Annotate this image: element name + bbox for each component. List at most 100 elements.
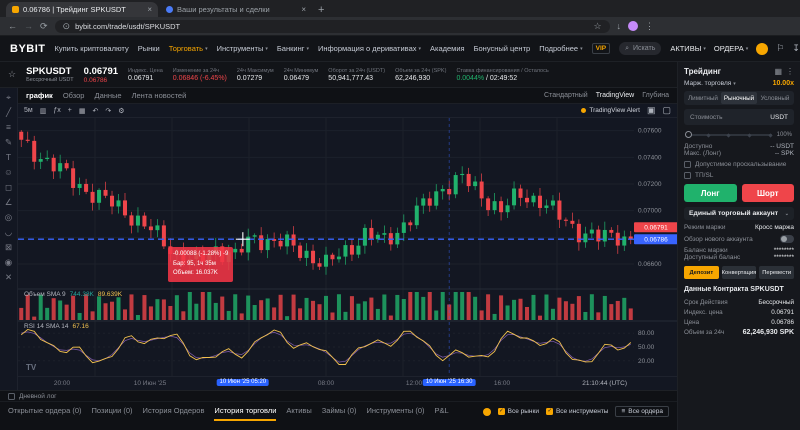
cursor-tool-icon[interactable]: ⌖ [6, 93, 11, 102]
long-button[interactable]: Лонг [684, 184, 737, 202]
orders-tab[interactable]: Инструменты (0) [366, 402, 424, 421]
emoji-tool-icon[interactable]: ☺ [4, 168, 13, 177]
text-tool-icon[interactable]: T [6, 153, 11, 162]
chart-tab[interactable]: Лента новостей [132, 91, 187, 100]
panel-layout-icon[interactable]: ▦ [774, 67, 782, 76]
compare-icon[interactable]: + [68, 107, 72, 114]
downloads-icon[interactable]: ↓ [617, 21, 622, 31]
zoom-tool-icon[interactable]: ◎ [5, 213, 12, 222]
price-chart[interactable]: 0.076000.074000.072000.070000.068000.066… [18, 118, 677, 376]
bookmark-star-icon[interactable]: ☆ [593, 21, 601, 32]
chart-area[interactable]: 0.076000.074000.072000.070000.068000.066… [18, 118, 677, 376]
fib-tool-icon[interactable]: ≡ [6, 123, 11, 132]
chart-view-option[interactable]: Стандартный [544, 92, 588, 99]
interval-select[interactable]: 5м [24, 107, 33, 114]
orders-tab[interactable]: P&L [434, 402, 448, 421]
vip-badge[interactable]: VIP [591, 43, 611, 54]
orders-tab[interactable]: История Ордеров [143, 402, 205, 421]
shape-tool-icon[interactable]: ◻ [5, 183, 12, 192]
slippage-checkbox[interactable] [684, 161, 691, 168]
overview-toggle[interactable] [780, 235, 794, 243]
symbol-name[interactable]: SPKUSDT [26, 66, 74, 77]
all-orders-button[interactable]: ≡ Все ордера [615, 406, 669, 417]
bybit-logo[interactable]: BYBIT [10, 43, 46, 55]
nav-item-подробнее[interactable]: Подробнее ▾ [539, 44, 582, 53]
tab-close-icon[interactable]: × [301, 5, 306, 14]
nav-item-бонусный-центр[interactable]: Бонусный центр [474, 44, 531, 53]
orders-tab[interactable]: Активы [286, 402, 311, 421]
user-avatar[interactable] [756, 42, 769, 55]
chart-tab[interactable]: график [26, 91, 53, 100]
filter-checkbox[interactable] [497, 408, 505, 415]
expand-icon[interactable]: ▢ [662, 105, 671, 116]
browser-tab[interactable]: 0.06786 | Трейдинг SPKUSDT × [6, 2, 158, 17]
eye-tool-icon[interactable]: ◉ [5, 258, 12, 267]
orders-tab[interactable]: Позиции (0) [92, 402, 133, 421]
assets-menu[interactable]: АКТИВЫ ▾ [670, 44, 706, 53]
депозит-button[interactable]: Депозит [684, 266, 719, 279]
nav-item-инструменты[interactable]: Инструменты ▾ [217, 44, 268, 53]
url-bar[interactable]: ⊙ bybit.com/trade/usdt/SPKUSDT ☆ [54, 19, 610, 33]
перевести-button[interactable]: Перевести [759, 266, 795, 279]
lock-tool-icon[interactable]: ⊠ [5, 243, 12, 252]
filter-checkbox-row[interactable]: Все рынки [497, 408, 539, 415]
leverage-value[interactable]: 10.00x [773, 80, 794, 87]
grid-layout-icon[interactable]: ▦ [79, 107, 86, 115]
daily-log-checkbox[interactable] [8, 392, 15, 400]
new-tab-button[interactable]: + [318, 4, 324, 16]
reload-icon[interactable]: ⟳ [40, 21, 48, 32]
trendline-tool-icon[interactable]: ╱ [6, 108, 11, 117]
chart-view-option[interactable]: Глубина [642, 92, 669, 99]
browser-profile-avatar[interactable] [628, 21, 639, 31]
trash-tool-icon[interactable]: ✕ [5, 273, 12, 282]
account-section-header[interactable]: Единый торговый аккаунт ⌄ [684, 207, 794, 220]
slider-thumb[interactable] [685, 131, 692, 138]
filter-checkbox[interactable] [545, 408, 553, 415]
nav-item-информация-о-деривативах[interactable]: Информация о деривативах ▾ [318, 44, 421, 53]
cost-field[interactable]: Стоимость USDT [684, 109, 794, 125]
back-icon[interactable]: ← [8, 21, 17, 31]
tradingview-alert-button[interactable]: TradingView Alert [581, 107, 640, 114]
measure-tool-icon[interactable]: ∠ [5, 198, 13, 207]
order-type-tab[interactable]: Лимитный [685, 92, 721, 104]
candle-style-icon[interactable]: ▥ [40, 107, 47, 115]
tpsl-checkbox-row[interactable]: ТП/SL [684, 172, 794, 179]
favorite-star-icon[interactable]: ☆ [8, 69, 16, 80]
slippage-checkbox-row[interactable]: Допустимое проскальзывание [684, 161, 794, 168]
orders-menu[interactable]: ОРДЕРА ▾ [714, 44, 748, 53]
forward-icon[interactable]: → [24, 21, 33, 31]
settings-icon[interactable]: ⚙ [118, 107, 124, 115]
nav-item-банкинг[interactable]: Банкинг ▾ [277, 44, 309, 53]
size-slider[interactable]: 100% [684, 129, 794, 139]
order-type-tab[interactable]: Условный [757, 92, 793, 104]
chart-view-option[interactable]: TradingView [596, 92, 635, 99]
brush-tool-icon[interactable]: ✎ [5, 138, 12, 147]
tpsl-checkbox[interactable] [684, 172, 691, 179]
margin-mode-value[interactable]: Кросс маржа [755, 224, 794, 231]
orders-tab[interactable]: История торговли [214, 402, 277, 421]
rewards-icon[interactable]: ⚐ [776, 43, 784, 54]
filter-checkbox-row[interactable]: Все инструменты [545, 408, 608, 415]
tab-close-icon[interactable]: × [147, 5, 152, 14]
margin-trade-select[interactable]: Марж. торговля ▾ [684, 80, 736, 87]
nav-item-академия[interactable]: Академия [430, 44, 465, 53]
redo-icon[interactable]: ↷ [105, 107, 111, 115]
chart-tab[interactable]: Данные [94, 91, 121, 100]
конвертация-button[interactable]: Конвертация [721, 266, 757, 279]
symbol-block[interactable]: SPKUSDT Бессрочный USDT [26, 66, 74, 83]
browser-menu-icon[interactable]: ⋮ [645, 21, 654, 32]
indicators-icon[interactable]: ƒx [53, 107, 60, 114]
time-axis[interactable]: 20:0010 Июн '2504:0008:0012:0016:0020:00… [18, 376, 677, 390]
orders-tab[interactable]: Займы (0) [322, 402, 357, 421]
app-download-icon[interactable]: ↧ [792, 43, 800, 54]
nav-item-рынки[interactable]: Рынки [138, 44, 160, 53]
magnet-tool-icon[interactable]: ◡ [5, 228, 12, 237]
browser-tab[interactable]: Ваши результаты и сделки × [160, 2, 312, 17]
orders-tab[interactable]: Открытые ордера (0) [8, 402, 82, 421]
order-type-tab[interactable]: Рыночный [721, 92, 757, 104]
short-button[interactable]: Шорт [741, 184, 794, 202]
camera-icon[interactable]: ▣ [647, 105, 656, 116]
undo-icon[interactable]: ↶ [92, 107, 98, 115]
nav-item-торговать[interactable]: Торговать ▾ [169, 44, 208, 53]
panel-more-icon[interactable]: ⋮ [786, 67, 794, 76]
